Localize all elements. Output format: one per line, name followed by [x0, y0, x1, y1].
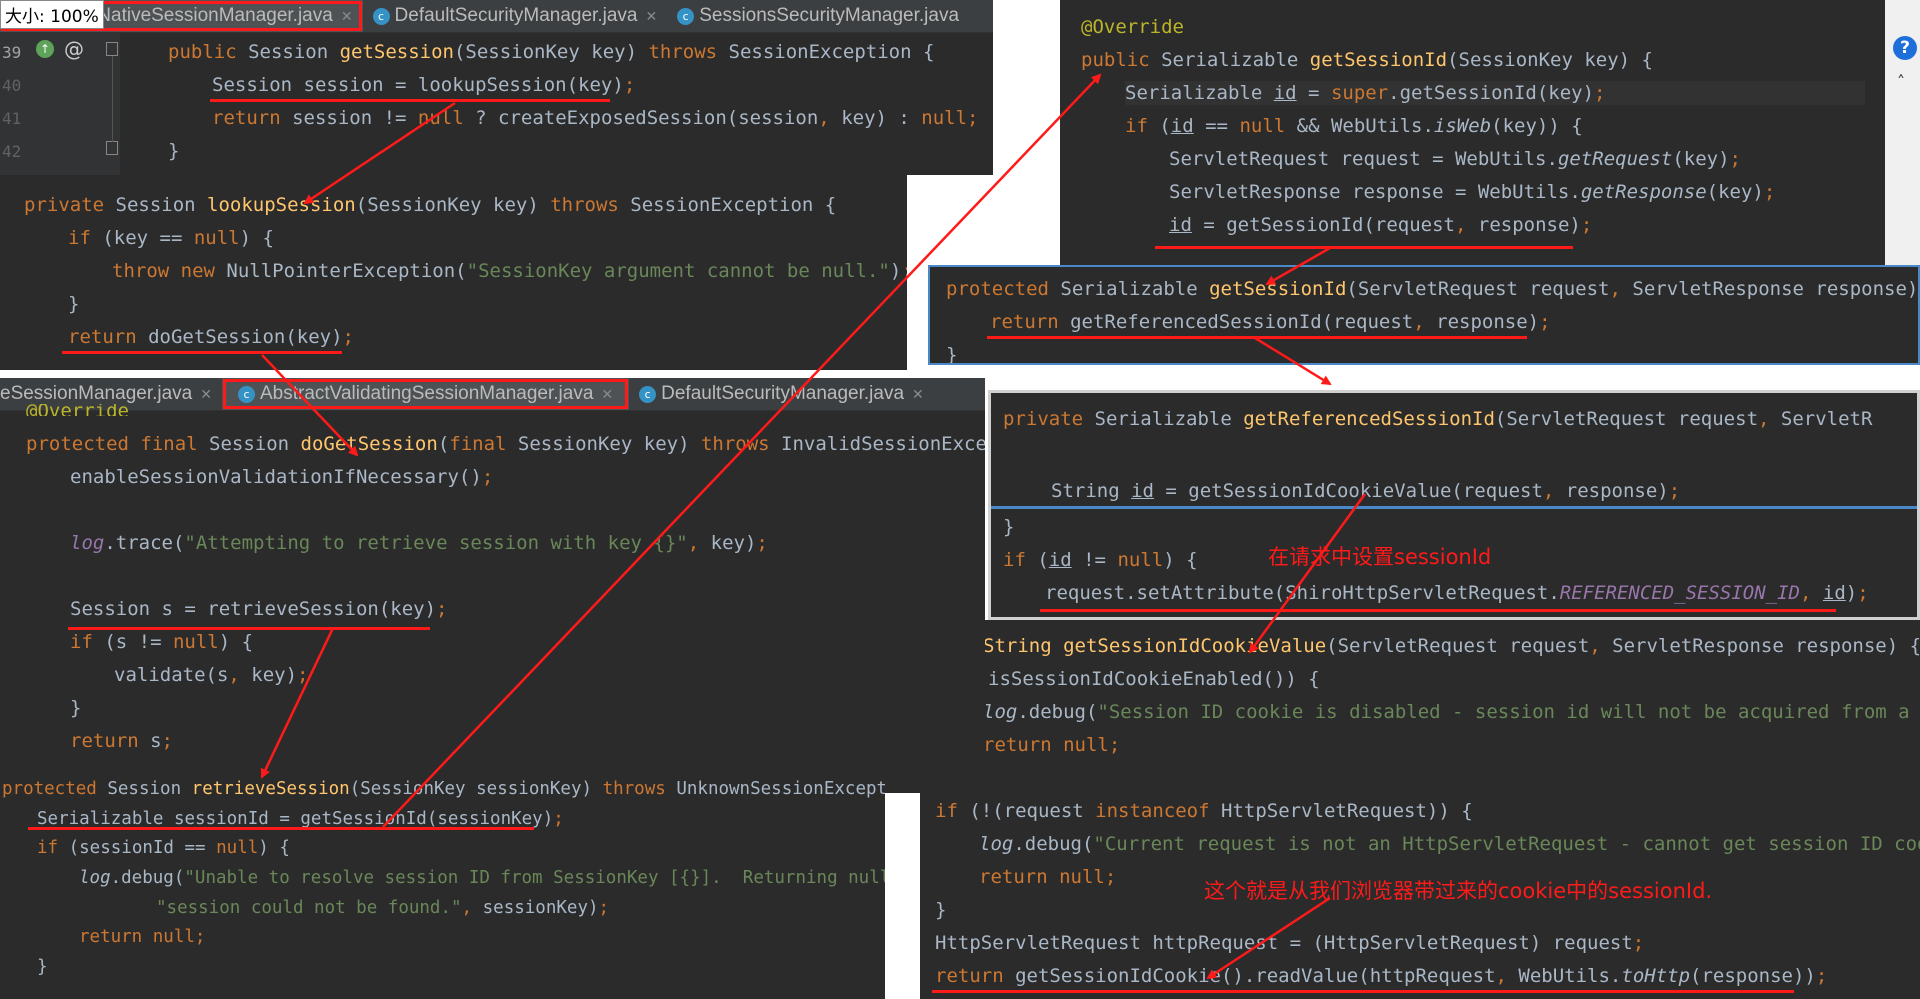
code-line: private Serializable getReferencedSessio… — [1003, 408, 1873, 430]
code-line: return s; — [70, 730, 173, 752]
code-line: protected Session retrieveSession(Sessio… — [2, 779, 885, 799]
code-line: } — [70, 697, 82, 719]
code-line: id = getSessionId(request, response); — [1169, 214, 1593, 236]
code-panel-lookupsession: private Session lookupSession(SessionKey… — [0, 175, 907, 370]
code-line: if (s != null) { — [70, 631, 254, 653]
code-line: return null; — [983, 734, 1121, 756]
code-line: return getReferencedSessionId(request, r… — [990, 311, 1551, 333]
code-line: if (sessionId == null) { — [37, 838, 290, 858]
code-panel-retrievesession: protected Session retrieveSession(Sessio… — [0, 770, 885, 999]
line-number: 39 — [2, 43, 22, 62]
code-panel-getsessionid-request: protected Serializable getSessionId(Serv… — [928, 265, 1920, 365]
tab-sessions-security-manager[interactable]: c SessionsSecurityManager.java — [667, 0, 969, 32]
highlight-underline — [1040, 609, 1836, 612]
close-icon[interactable]: ✕ — [200, 386, 212, 403]
code-line: ServletResponse response = WebUtils.getR… — [1169, 181, 1776, 203]
highlight-underline — [987, 336, 1527, 339]
divider — [991, 506, 1917, 509]
code-line: String id = getSessionIdCookieValue(requ… — [1051, 480, 1681, 502]
code-line: log.trace("Attempting to retrieve sessio… — [70, 532, 768, 554]
highlight-underline — [62, 351, 342, 354]
code-line: } — [935, 899, 947, 921]
code-line: log.debug("Unable to resolve session ID … — [79, 868, 885, 888]
tab-abstract-validating-session-manager[interactable]: c AbstractValidatingSessionManager.java ✕ — [221, 378, 630, 410]
close-icon[interactable]: ✕ — [341, 8, 353, 25]
code-line: ServletRequest request = WebUtils.getReq… — [1169, 148, 1741, 170]
fold-marker-icon[interactable] — [106, 42, 118, 56]
code-line: enableSessionValidationIfNecessary(); — [70, 466, 494, 488]
code-line: return doGetSession(key); — [68, 326, 354, 348]
annotation-icon: @ — [64, 37, 84, 61]
line-number: 40 — [2, 76, 22, 95]
line-number: 42 — [2, 142, 22, 161]
line-number: 41 — [2, 109, 22, 128]
code-panel-getsessionidcookievalue: String getSessionIdCookieValue(ServletRe… — [920, 620, 1920, 999]
tab-default-security-manager[interactable]: c DefaultSecurityManager.java ✕ — [363, 0, 668, 32]
code-line: protected final Session doGetSession(fin… — [26, 433, 985, 455]
code-line: return null; — [79, 927, 206, 947]
fold-guide — [112, 56, 113, 142]
code-panel-getreferencedsessionid: private Serializable getReferencedSessio… — [988, 390, 1920, 620]
code-line: Session s = retrieveSession(key); — [70, 598, 448, 620]
code-line: return getSessionIdCookie().readValue(ht… — [935, 965, 1828, 987]
close-icon[interactable]: ✕ — [912, 386, 924, 403]
highlight-underline — [210, 99, 610, 102]
code-line: log.debug("Session ID cookie is disabled… — [983, 701, 1920, 723]
code-line: request.setAttribute(ShiroHttpServletReq… — [1045, 582, 1869, 604]
code-panel-dogetsession: eSessionManager.java ✕ c AbstractValidatin… — [0, 378, 985, 793]
code-line: } — [68, 293, 80, 315]
code-panel-getsession: tNativeSessionManager.java ✕ c DefaultSecu… — [0, 0, 993, 175]
implementation-icon[interactable]: ↑ — [36, 40, 54, 58]
highlight-underline — [68, 627, 430, 630]
code-line: } — [946, 344, 958, 365]
code-line: if (id != null) { — [1003, 549, 1198, 571]
highlight-underline — [1155, 246, 1573, 249]
code-line: @Override — [26, 404, 129, 416]
code-line: if (id == null && WebUtils.isWeb(key)) { — [1125, 115, 1583, 137]
code-panel-websession-getsessionid: @Override public Serializable getSession… — [1060, 0, 1885, 270]
code-line: @Override — [1081, 16, 1184, 38]
class-icon: c — [372, 7, 390, 25]
code-line: } — [168, 140, 180, 162]
code-line: public Session getSession(SessionKey key… — [168, 41, 935, 63]
highlight-underline — [28, 827, 534, 830]
code-line: protected Serializable getSessionId(Serv… — [946, 278, 1920, 300]
annotation-set-session-id: 在请求中设置sessionId — [1268, 545, 1492, 569]
code-line: } — [1003, 516, 1015, 538]
code-line: return session != null ? createExposedSe… — [212, 107, 979, 129]
code-line: if (!(request instanceof HttpServletRequ… — [935, 800, 1473, 822]
code-line: log.debug("Current request is not an Htt… — [979, 833, 1920, 855]
code-line: private Session lookupSession(SessionKey… — [24, 194, 837, 216]
close-icon[interactable]: ✕ — [645, 8, 657, 25]
editor-tab-bar: eSessionManager.java ✕ c AbstractValidatin… — [0, 378, 985, 411]
help-icon[interactable]: ? — [1893, 36, 1917, 60]
code-line: throw new NullPointerException("SessionK… — [112, 260, 907, 282]
class-icon: c — [639, 385, 657, 403]
code-line: } — [37, 957, 48, 977]
tab-default-security-manager-2[interactable]: c DefaultSecurityManager.java ✕ — [629, 378, 934, 410]
code-line: isSessionIdCookieEnabled()) { — [988, 668, 1320, 690]
close-icon[interactable]: ✕ — [601, 386, 613, 403]
highlight-underline — [932, 990, 1794, 993]
class-icon: c — [237, 385, 255, 403]
code-line: validate(s, key); — [114, 664, 309, 686]
class-icon: c — [677, 7, 695, 25]
code-line: Session session = lookupSession(key); — [212, 74, 636, 96]
annotation-cookie-session-id: 这个就是从我们浏览器带过来的cookie中的sessionId. — [1204, 879, 1713, 903]
code-line: if (key == null) { — [68, 227, 274, 249]
code-line: return null; — [979, 866, 1117, 888]
chevron-up-icon[interactable]: ˄ — [1897, 72, 1905, 91]
code-line: public Serializable getSessionId(Session… — [1081, 49, 1653, 71]
code-line: HttpServletRequest httpRequest = (HttpSe… — [935, 932, 1645, 954]
editor-tab-bar: tNativeSessionManager.java ✕ c DefaultSecu… — [0, 0, 993, 33]
code-line: "session could not be found.", sessionKe… — [156, 898, 610, 918]
fold-marker-icon[interactable] — [106, 141, 118, 155]
zoom-indicator: 大小: 100% — [0, 0, 104, 29]
code-line: String getSessionIdCookieValue(ServletRe… — [983, 635, 1920, 657]
code-line: Serializable id = super.getSessionId(key… — [1125, 81, 1865, 105]
